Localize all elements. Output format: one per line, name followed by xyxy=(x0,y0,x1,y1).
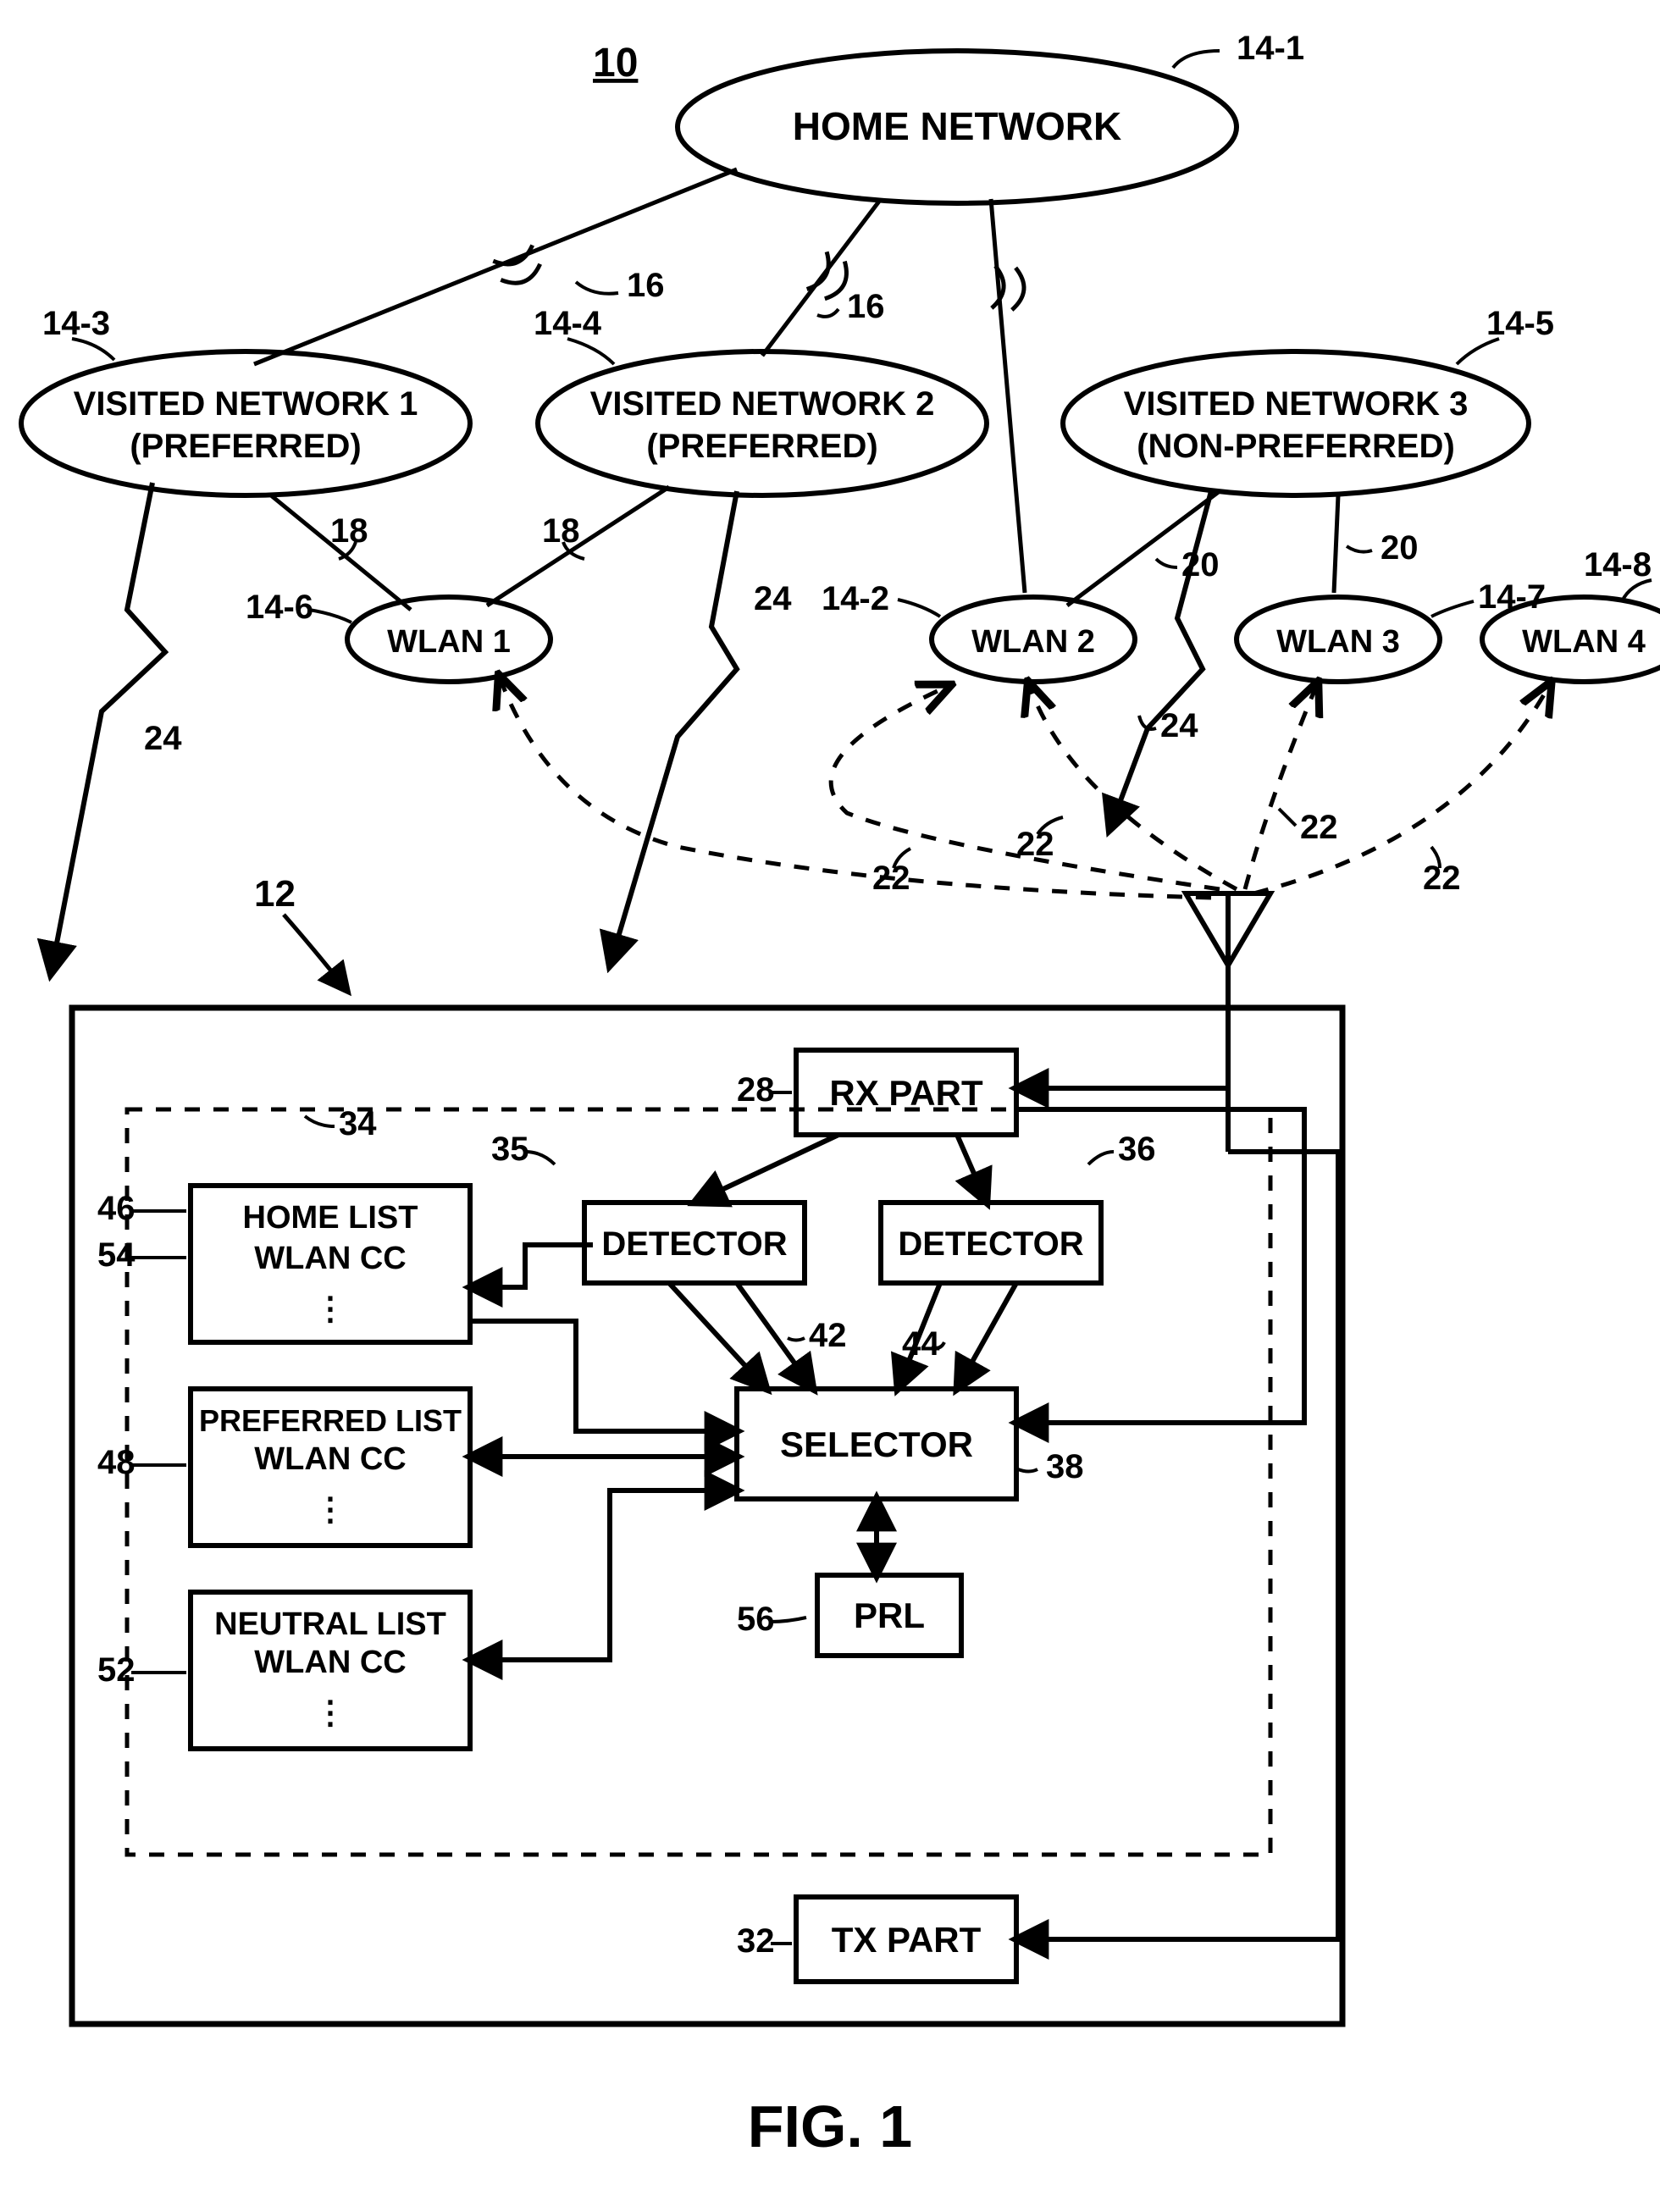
vn3-label2: (NON-PREFERRED) xyxy=(1137,428,1455,465)
vn1-label1: VISITED NETWORK 1 xyxy=(74,385,418,423)
detector-left-ref: 35 xyxy=(491,1131,529,1168)
ref-24a: 24 xyxy=(144,720,182,757)
visited-network-1-node: VISITED NETWORK 1 (PREFERRED) xyxy=(21,351,470,495)
vn2-label2: (PREFERRED) xyxy=(646,428,877,465)
wlan1-ref: 14-6 xyxy=(246,589,313,626)
neutral-list-l1: NEUTRAL LIST xyxy=(214,1606,446,1642)
tx-part-label: TX PART xyxy=(832,1920,982,1960)
ref-24b: 24 xyxy=(754,580,792,617)
rx-ref: 28 xyxy=(737,1071,775,1109)
ref-12: 12 xyxy=(254,873,296,915)
tx-ref: 32 xyxy=(737,1922,775,1960)
home-list-side-ref: 54 xyxy=(97,1236,136,1274)
figure-caption: FIG. 1 xyxy=(748,2093,912,2159)
home-network-node: HOME NETWORK xyxy=(678,51,1237,203)
prl-ref: 56 xyxy=(737,1601,775,1638)
vn1-ref: 14-3 xyxy=(42,305,110,342)
home-network-label: HOME NETWORK xyxy=(793,104,1121,148)
prl-label: PRL xyxy=(854,1595,925,1635)
ref-22c: 22 xyxy=(1300,809,1338,846)
diagram-stage: 10 HOME NETWORK 14-1 16 16 VISITED NETWO… xyxy=(0,0,1660,2208)
visited-network-3-node: VISITED NETWORK 3 (NON-PREFERRED) xyxy=(1063,351,1529,495)
detector-right-ref: 36 xyxy=(1118,1131,1156,1168)
ref-44: 44 xyxy=(902,1325,940,1363)
ref-42: 42 xyxy=(809,1317,847,1354)
ref-20b: 20 xyxy=(1381,529,1419,567)
wlan4-ref: 14-8 xyxy=(1584,546,1652,583)
detector-right-label: DETECTOR xyxy=(898,1225,1083,1263)
preferred-list-l2: WLAN CC xyxy=(254,1441,406,1477)
detector-left-label: DETECTOR xyxy=(601,1225,787,1263)
ref-18a: 18 xyxy=(330,512,368,550)
ref-16b: 16 xyxy=(847,288,885,325)
home-list-ref: 46 xyxy=(97,1190,136,1227)
selector-ref: 38 xyxy=(1046,1448,1084,1485)
wlan2-label: WLAN 2 xyxy=(971,624,1095,660)
wlan3-node: WLAN 3 xyxy=(1237,597,1440,682)
vn3-label1: VISITED NETWORK 3 xyxy=(1124,385,1469,423)
ref-16a: 16 xyxy=(627,267,665,304)
wlan3-label: WLAN 3 xyxy=(1276,624,1400,660)
preferred-list-dots: ⋮ xyxy=(314,1492,346,1528)
vn2-label1: VISITED NETWORK 2 xyxy=(590,385,935,423)
selector-label: SELECTOR xyxy=(780,1424,973,1464)
ref-24c: 24 xyxy=(1160,707,1198,744)
wlan2-ref: 14-2 xyxy=(822,580,889,617)
wlan4-node: WLAN 4 xyxy=(1482,597,1660,682)
vn1-label2: (PREFERRED) xyxy=(130,428,361,465)
home-list-l1: HOME LIST xyxy=(243,1200,418,1236)
ref-34: 34 xyxy=(339,1105,377,1142)
rx-part-label: RX PART xyxy=(829,1073,983,1113)
ref-22d: 22 xyxy=(1423,860,1461,897)
wlan1-label: WLAN 1 xyxy=(387,624,511,660)
vn2-ref: 14-4 xyxy=(534,305,602,342)
figure-id: 10 xyxy=(593,41,638,86)
preferred-list-ref: 48 xyxy=(97,1444,136,1481)
wlan4-label: WLAN 4 xyxy=(1522,624,1646,660)
home-network-ref: 14-1 xyxy=(1237,30,1304,67)
wlan2-node: WLAN 2 xyxy=(932,597,1135,682)
vn3-ref: 14-5 xyxy=(1486,305,1554,342)
neutral-list-dots: ⋮ xyxy=(314,1695,346,1731)
ref-22a: 22 xyxy=(872,860,910,897)
preferred-list-l1: PREFERRED LIST xyxy=(199,1403,462,1438)
neutral-list-ref: 52 xyxy=(97,1651,136,1689)
home-list-l2: WLAN CC xyxy=(254,1241,406,1276)
visited-network-2-node: VISITED NETWORK 2 (PREFERRED) xyxy=(538,351,987,495)
neutral-list-l2: WLAN CC xyxy=(254,1645,406,1680)
home-list-dots: ⋮ xyxy=(314,1291,346,1327)
ref-18b: 18 xyxy=(542,512,580,550)
wlan1-node: WLAN 1 xyxy=(347,597,551,682)
ref-22b: 22 xyxy=(1016,826,1054,863)
